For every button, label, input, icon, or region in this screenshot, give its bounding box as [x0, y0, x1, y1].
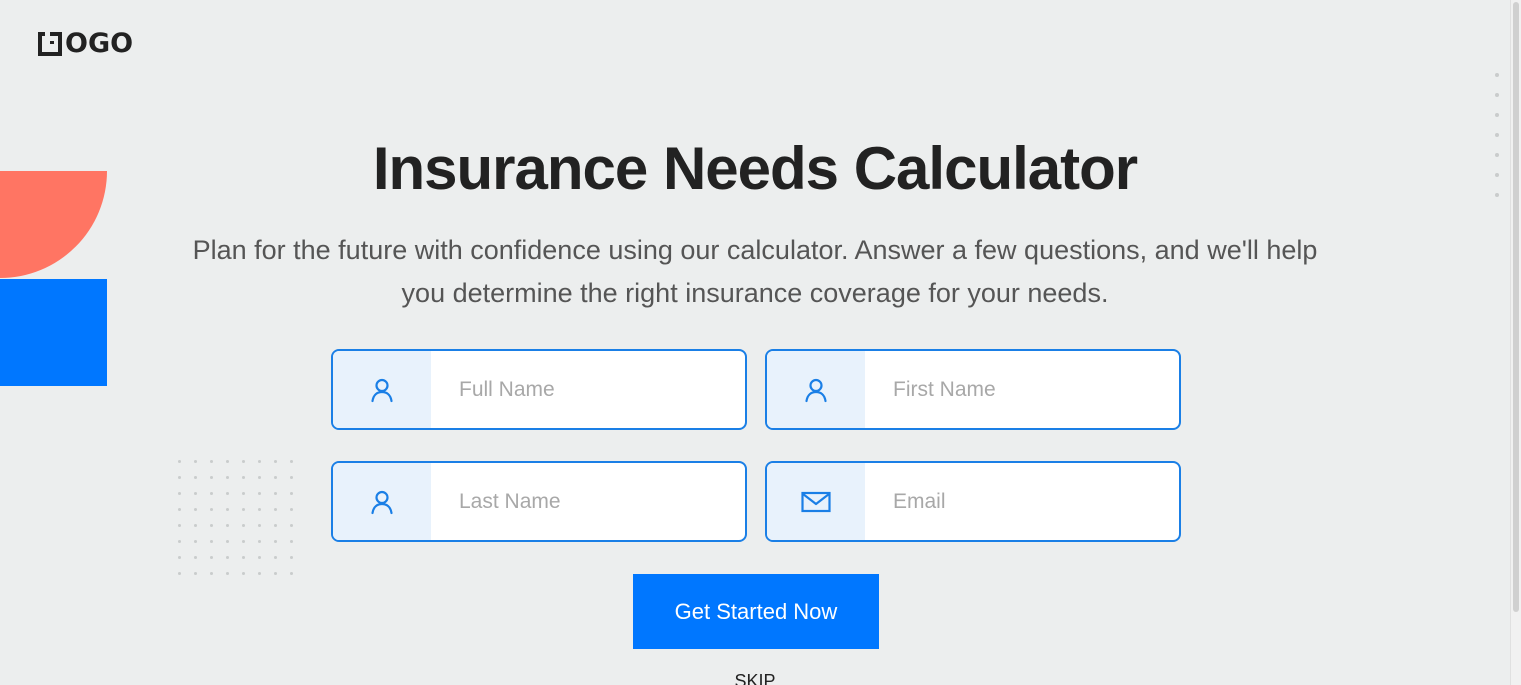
- first-name-field[interactable]: [765, 349, 1181, 430]
- decorative-dot: [274, 492, 277, 495]
- decorative-dot: [258, 572, 261, 575]
- skip-link[interactable]: SKIP: [0, 671, 1510, 685]
- decorative-dot: [290, 572, 293, 575]
- field-icon-box: [333, 463, 431, 540]
- decorative-dot: [194, 508, 197, 511]
- page-title: Insurance Needs Calculator: [372, 135, 1138, 202]
- decorative-dot: [290, 476, 293, 479]
- decorative-dot: [274, 524, 277, 527]
- decorative-dot: [274, 460, 277, 463]
- decorative-dot: [210, 556, 213, 559]
- decorative-dot: [194, 572, 197, 575]
- decorative-dot: [242, 572, 245, 575]
- user-icon: [371, 378, 393, 402]
- last-name-input[interactable]: [431, 463, 745, 540]
- decorative-dot: [178, 572, 181, 575]
- mail-icon: [801, 491, 831, 512]
- full-name-input[interactable]: [431, 351, 745, 428]
- decorative-dot: [258, 524, 261, 527]
- decorative-dot: [226, 572, 229, 575]
- decorative-dot: [178, 556, 181, 559]
- get-started-button[interactable]: Get Started Now: [633, 574, 879, 649]
- decorative-dot: [194, 476, 197, 479]
- full-name-field[interactable]: [331, 349, 747, 430]
- field-icon-box: [767, 351, 865, 428]
- decorative-dot: [290, 556, 293, 559]
- decorative-dot: [290, 492, 293, 495]
- page-subtitle: Plan for the future with confidence usin…: [192, 235, 1318, 308]
- decorative-dot: [1495, 73, 1499, 77]
- decorative-dot: [258, 460, 261, 463]
- decorative-dot: [1495, 113, 1499, 117]
- decorative-dot: [194, 492, 197, 495]
- decorative-dot: [210, 508, 213, 511]
- decorative-dot: [274, 556, 277, 559]
- decorative-square: [0, 279, 107, 386]
- scrollbar-thumb[interactable]: [1513, 2, 1519, 612]
- decorative-dot: [178, 476, 181, 479]
- decorative-dot: [258, 476, 261, 479]
- decorative-dot-grid: [178, 460, 306, 588]
- decorative-dot: [242, 508, 245, 511]
- decorative-dot: [210, 524, 213, 527]
- last-name-field[interactable]: [331, 461, 747, 542]
- decorative-dot: [210, 572, 213, 575]
- decorative-dot: [290, 460, 293, 463]
- email-field[interactable]: [765, 461, 1181, 542]
- field-icon-box: [333, 351, 431, 428]
- decorative-dot: [242, 540, 245, 543]
- decorative-dot: [226, 492, 229, 495]
- decorative-dot: [274, 508, 277, 511]
- decorative-dot: [226, 524, 229, 527]
- decorative-dot: [258, 508, 261, 511]
- decorative-dot: [178, 492, 181, 495]
- decorative-dot: [194, 556, 197, 559]
- decorative-dot: [258, 556, 261, 559]
- user-icon: [805, 378, 827, 402]
- decorative-dot: [226, 476, 229, 479]
- decorative-dot: [290, 540, 293, 543]
- decorative-dot: [226, 556, 229, 559]
- logo-text: OGO: [65, 28, 134, 59]
- decorative-dot: [194, 460, 197, 463]
- decorative-dot: [274, 540, 277, 543]
- decorative-dot: [242, 460, 245, 463]
- first-name-input[interactable]: [865, 351, 1179, 428]
- decorative-dot: [274, 572, 277, 575]
- decorative-dot: [194, 524, 197, 527]
- decorative-dot: [258, 492, 261, 495]
- decorative-dot: [274, 476, 277, 479]
- user-icon: [371, 490, 393, 514]
- decorative-dot: [1495, 93, 1499, 97]
- decorative-dot: [178, 540, 181, 543]
- decorative-dot: [290, 508, 293, 511]
- scrollbar[interactable]: [1510, 0, 1521, 685]
- email-input[interactable]: [865, 463, 1179, 540]
- decorative-dot: [178, 524, 181, 527]
- decorative-dot: [178, 508, 181, 511]
- decorative-dot: [178, 460, 181, 463]
- decorative-dot: [258, 540, 261, 543]
- decorative-dot: [290, 524, 293, 527]
- logo-mark-icon: [38, 32, 62, 56]
- decorative-dot: [226, 460, 229, 463]
- decorative-dot: [242, 492, 245, 495]
- page: OGO Insurance Needs Calculator Plan for …: [0, 0, 1521, 685]
- decorative-dot: [210, 476, 213, 479]
- decorative-dot: [210, 492, 213, 495]
- decorative-dot: [194, 540, 197, 543]
- decorative-dot: [210, 540, 213, 543]
- decorative-dot: [210, 460, 213, 463]
- decorative-dot: [242, 556, 245, 559]
- decorative-dot: [242, 476, 245, 479]
- decorative-dot: [226, 540, 229, 543]
- logo[interactable]: OGO: [38, 28, 134, 59]
- decorative-dot: [242, 524, 245, 527]
- field-icon-box: [767, 463, 865, 540]
- decorative-dot: [226, 508, 229, 511]
